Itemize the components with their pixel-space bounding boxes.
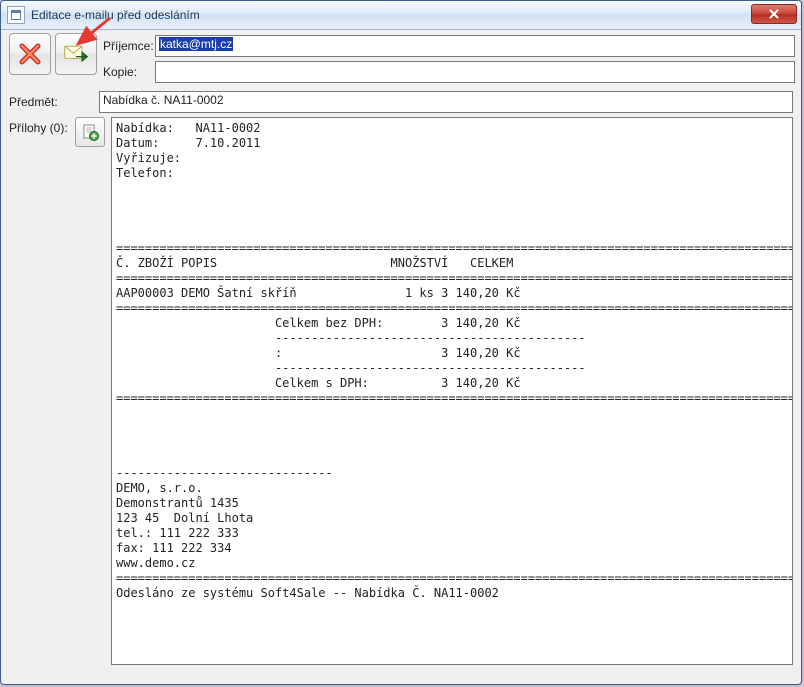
recipient-input[interactable]: katka@mtj.cz xyxy=(155,35,795,57)
cancel-button[interactable] xyxy=(9,33,51,75)
send-mail-icon xyxy=(63,41,89,67)
window-title: Editace e-mailu před odesláním xyxy=(31,8,200,22)
close-button[interactable] xyxy=(751,4,797,24)
recipient-label: Příjemce: xyxy=(103,39,155,53)
send-button[interactable] xyxy=(55,33,97,75)
app-icon xyxy=(7,6,25,24)
cc-label: Kopie: xyxy=(103,65,155,79)
cancel-icon xyxy=(17,41,43,67)
message-body[interactable]: Nabídka: NA11-0002 Datum: 7.10.2011 Vyři… xyxy=(111,117,793,665)
titlebar[interactable]: Editace e-mailu před odesláním xyxy=(1,1,801,30)
attachments-label: Přílohy (0): xyxy=(9,117,75,135)
add-attachment-button[interactable] xyxy=(75,117,105,147)
subject-input[interactable]: Nabídka č. NA11-0002 xyxy=(99,91,793,113)
add-attachment-icon xyxy=(81,123,99,141)
cc-input[interactable] xyxy=(155,61,795,83)
email-edit-dialog: Editace e-mailu před odesláním xyxy=(0,0,802,685)
close-icon xyxy=(769,9,779,19)
subject-label: Předmět: xyxy=(9,95,99,109)
